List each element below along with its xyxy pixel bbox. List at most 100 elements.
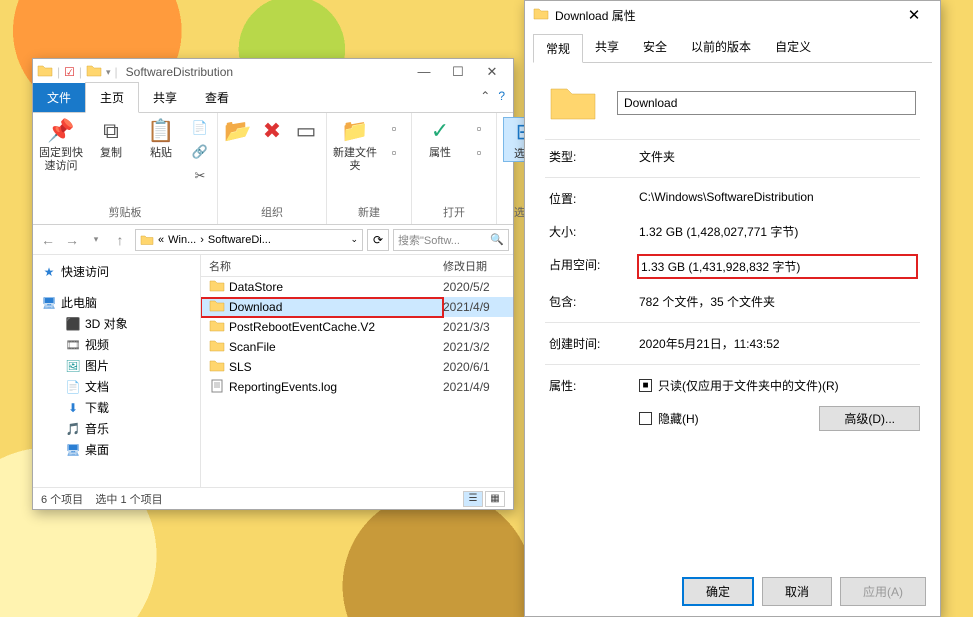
delete-button[interactable]: ✖ — [258, 117, 286, 145]
tree-this-pc[interactable]: 🖥此电脑 — [37, 292, 196, 313]
window-title: SoftwareDistribution — [126, 65, 407, 79]
advanced-button[interactable]: 高级(D)... — [819, 406, 920, 431]
props-tabs: 常规 共享 安全 以前的版本 自定义 — [533, 33, 932, 63]
col-name[interactable]: 名称 — [201, 258, 443, 274]
open-button[interactable]: ▫ — [468, 117, 490, 139]
close-button[interactable]: ✕ — [896, 6, 932, 24]
type-label: 类型: — [549, 148, 639, 165]
view-icons-button[interactable]: ▦ — [485, 491, 505, 507]
breadcrumb-drop-icon[interactable]: ⌄ — [350, 234, 358, 245]
tree-documents[interactable]: 📄文档 — [37, 376, 196, 397]
tab-security[interactable]: 安全 — [631, 33, 679, 62]
refresh-button[interactable]: ⟳ — [367, 229, 389, 251]
readonly-checkbox[interactable]: ■ — [639, 379, 652, 392]
qat-folder-icon[interactable] — [86, 63, 102, 82]
tree-quick-access[interactable]: ★快速访问 — [37, 261, 196, 282]
list-item[interactable]: DataStore2020/5/2 — [201, 277, 513, 297]
easy-access-button[interactable]: ▫ — [383, 141, 405, 163]
folder-icon — [209, 358, 225, 377]
properties-icon: ✓ — [426, 117, 454, 145]
breadcrumb-seg1[interactable]: Win... — [168, 234, 196, 246]
nav-back-button[interactable]: ← — [37, 229, 59, 251]
ok-button[interactable]: 确定 — [682, 577, 754, 606]
tree-pictures[interactable]: 🖼图片 — [37, 355, 196, 376]
nav-up-button[interactable]: ↑ — [109, 229, 131, 251]
new-item-button[interactable]: ▫ — [383, 117, 405, 139]
tab-general[interactable]: 常规 — [533, 34, 583, 63]
tree-downloads[interactable]: ⬇下载 — [37, 397, 196, 418]
file-icon — [209, 378, 225, 397]
qat-drop-icon[interactable]: ▾ — [106, 67, 111, 78]
move-button[interactable]: 📂 — [224, 117, 252, 145]
delete-icon: ✖ — [258, 117, 286, 145]
folder-icon — [37, 63, 53, 82]
list-header[interactable]: 名称 修改日期 — [201, 255, 513, 277]
ribbon-tabs: 文件 主页 共享 查看 ⌃ ? — [33, 85, 513, 113]
maximize-button[interactable]: ☐ — [441, 64, 475, 80]
tree-music[interactable]: 🎵音乐 — [37, 418, 196, 439]
tab-share[interactable]: 共享 — [583, 33, 631, 62]
apply-button[interactable]: 应用(A) — [840, 577, 926, 606]
size-label: 大小: — [549, 223, 639, 240]
music-icon: 🎵 — [65, 421, 81, 437]
tab-home[interactable]: 主页 — [85, 82, 139, 113]
paste-icon: 📋 — [147, 117, 175, 145]
copy-button[interactable]: ⧉ 复制 — [89, 117, 133, 160]
paste-shortcut-button[interactable]: 🔗 — [189, 141, 211, 163]
star-icon: ★ — [41, 264, 57, 280]
nav-recent-button[interactable]: ▾ — [85, 229, 107, 251]
props-title: Download 属性 — [555, 7, 896, 24]
qat-sep3: | — [115, 65, 118, 79]
tab-share[interactable]: 共享 — [139, 83, 191, 112]
file-date: 2020/6/1 — [443, 360, 513, 374]
copy-path-button[interactable]: 📄 — [189, 117, 211, 139]
file-name: SLS — [229, 360, 252, 374]
cut-button[interactable]: ✂ — [189, 165, 211, 187]
pin-button[interactable]: 📌 固定到快速访问 — [39, 117, 83, 173]
props-footer: 确定 取消 应用(A) — [682, 577, 926, 606]
search-input[interactable]: 搜索"Softw... 🔍 — [393, 229, 509, 251]
breadcrumb-seg2[interactable]: SoftwareDi... — [208, 234, 271, 246]
tab-previous[interactable]: 以前的版本 — [679, 33, 763, 62]
qat-check-icon[interactable]: ☑ — [64, 65, 75, 79]
properties-dialog: Download 属性 ✕ 常规 共享 安全 以前的版本 自定义 类型:文件夹 … — [524, 0, 941, 617]
tab-file[interactable]: 文件 — [33, 83, 85, 112]
open-group-label: 打开 — [418, 204, 490, 220]
rename-button[interactable]: ▭ — [292, 117, 320, 145]
folder-name-input[interactable] — [617, 91, 916, 115]
tree-3d-objects[interactable]: ⬛3D 对象 — [37, 313, 196, 334]
close-button[interactable]: ✕ — [475, 64, 509, 80]
file-date: 2021/3/2 — [443, 340, 513, 354]
location-value: C:\Windows\SoftwareDistribution — [639, 190, 916, 207]
nav-forward-button[interactable]: → — [61, 229, 83, 251]
list-item[interactable]: ReportingEvents.log2021/4/9 — [201, 377, 513, 397]
tab-view[interactable]: 查看 — [191, 83, 243, 112]
list-item[interactable]: Download2021/4/9 — [201, 297, 513, 317]
address-box[interactable]: « Win... › SoftwareDi... ⌄ — [135, 229, 363, 251]
list-item[interactable]: PostRebootEventCache.V22021/3/3 — [201, 317, 513, 337]
paste-button[interactable]: 📋 粘贴 — [139, 117, 183, 160]
tab-custom[interactable]: 自定义 — [763, 33, 823, 62]
tree-desktop[interactable]: 🖥桌面 — [37, 439, 196, 460]
col-date[interactable]: 修改日期 — [443, 258, 513, 274]
hidden-checkbox[interactable] — [639, 412, 652, 425]
new-folder-icon: 📁 — [341, 117, 369, 145]
cancel-button[interactable]: 取消 — [762, 577, 832, 606]
minimize-button[interactable]: — — [407, 64, 441, 80]
new-folder-button[interactable]: 📁 新建文件夹 — [333, 117, 377, 173]
list-item[interactable]: ScanFile2021/3/2 — [201, 337, 513, 357]
ribbon-collapse-icon[interactable]: ⌃ — [480, 89, 490, 103]
tree-videos[interactable]: 🎞视频 — [37, 334, 196, 355]
move-icon: 📂 — [224, 117, 252, 145]
file-date: 2021/4/9 — [443, 300, 513, 314]
props-titlebar[interactable]: Download 属性 ✕ — [525, 1, 940, 29]
list-item[interactable]: SLS 2020/6/1 — [201, 357, 513, 377]
location-label: 位置: — [549, 190, 639, 207]
help-icon[interactable]: ? — [498, 89, 505, 103]
history-button[interactable]: ▫ — [468, 141, 490, 163]
view-details-button[interactable]: ☰ — [463, 491, 483, 507]
item-count: 6 个项目 — [41, 494, 83, 506]
properties-button[interactable]: ✓ 属性 — [418, 117, 462, 160]
big-folder-icon — [549, 83, 597, 123]
disk-value: 1.33 GB (1,431,928,832 字节) — [637, 254, 918, 279]
